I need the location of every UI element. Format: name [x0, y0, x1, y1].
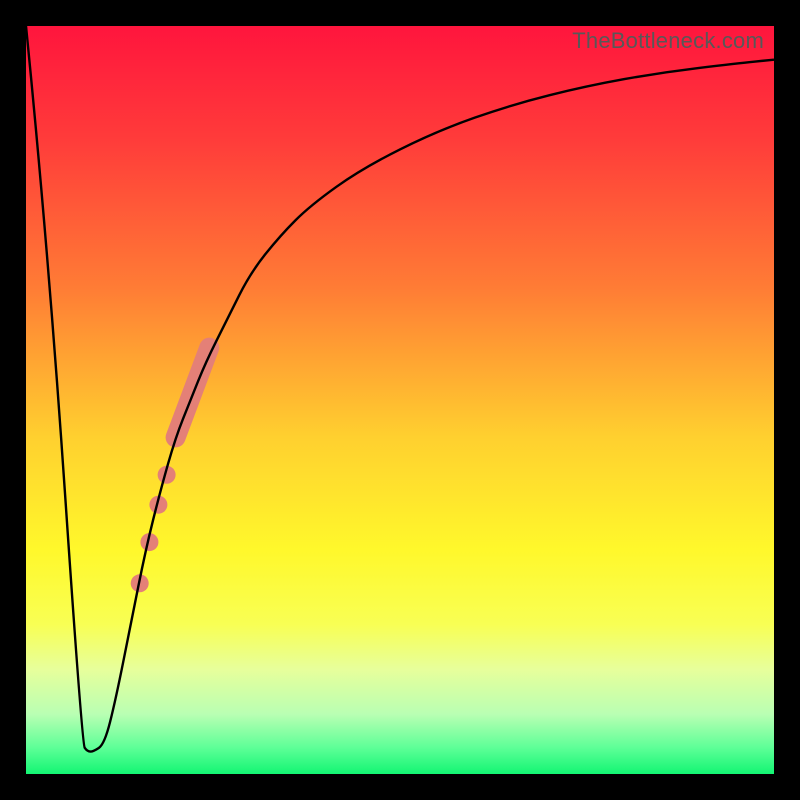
plot-svg	[26, 26, 774, 774]
watermark-text: TheBottleneck.com	[572, 28, 764, 54]
background-gradient	[26, 26, 774, 774]
chart-frame: TheBottleneck.com	[0, 0, 800, 800]
plot-area: TheBottleneck.com	[26, 26, 774, 774]
